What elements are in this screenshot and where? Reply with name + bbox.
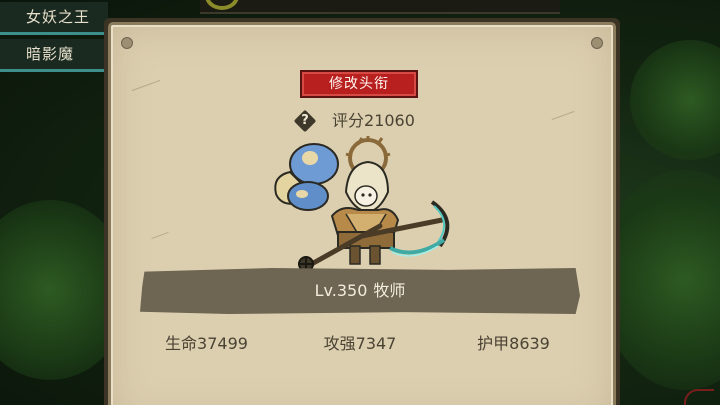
sidebar-item-banshee-queen[interactable]: 女妖之王	[0, 2, 108, 35]
question-mark-glyph: ?	[301, 113, 309, 128]
sidebar-list: 女妖之王 暗影魔	[0, 0, 108, 76]
sidebar-item-label: 暗影魔	[26, 45, 75, 63]
level-text: Lv.350	[314, 281, 368, 300]
stat-armor: 护甲8639	[437, 330, 590, 358]
stat-value: 37499	[197, 334, 248, 353]
stats-row: 生命37499 攻强7347 护甲8639	[130, 330, 590, 358]
score-value: 21060	[364, 111, 415, 130]
sidebar-item-shadow-demon[interactable]: 暗影魔	[0, 39, 108, 72]
game-scene: 女妖之王 暗影魔 修改头衔 ? 评分21060 Lv.350 牧师 生命3749…	[0, 0, 720, 405]
rivet-icon	[121, 37, 133, 49]
panel-scratch	[551, 110, 575, 121]
corner-ornament	[684, 389, 714, 405]
score-display: 评分21060	[332, 110, 415, 132]
priest-character-sprite	[274, 136, 450, 272]
stat-value: 7347	[355, 334, 397, 353]
panel-scratch	[151, 231, 169, 240]
help-icon[interactable]: ?	[293, 109, 317, 133]
stat-hp: 生命37499	[130, 330, 283, 358]
stat-attack-power: 攻强7347	[284, 330, 437, 358]
rivet-icon	[591, 37, 603, 49]
foliage-right-top	[630, 40, 720, 160]
top-hud-bar	[200, 0, 560, 14]
stat-name: 生命	[165, 334, 198, 353]
stat-name: 护甲	[477, 334, 510, 353]
panel-scratch	[131, 79, 161, 92]
class-name: 牧师	[373, 281, 406, 300]
sidebar-item-label: 女妖之王	[26, 8, 91, 26]
stat-value: 8639	[509, 334, 550, 353]
rename-title-button[interactable]: 修改头衔	[300, 70, 418, 98]
level-banner: Lv.350 牧师	[140, 268, 580, 314]
stat-name: 攻强	[323, 334, 356, 353]
score-label: 评分	[332, 111, 365, 130]
